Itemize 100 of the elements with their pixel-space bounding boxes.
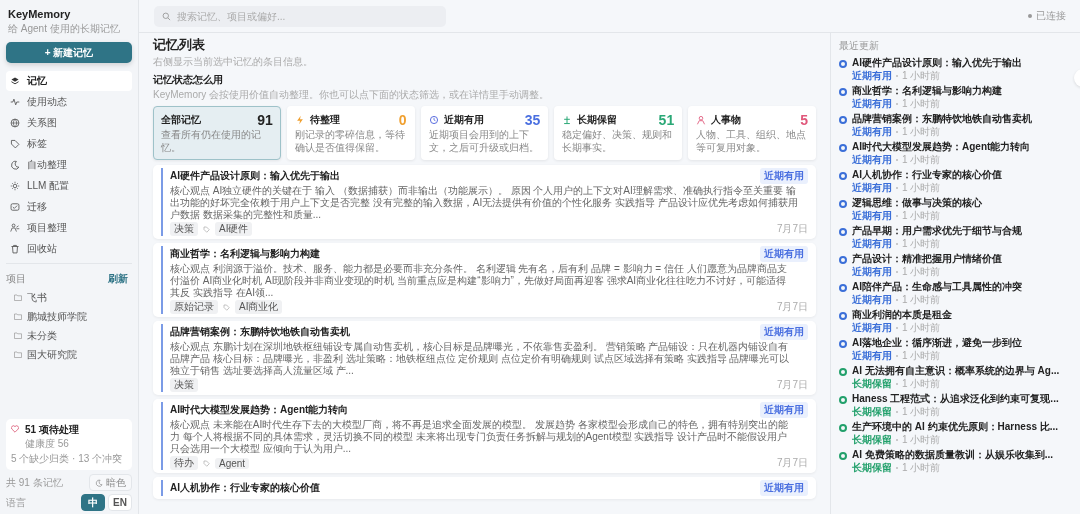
new-memory-button[interactable]: + 新建记忆	[6, 42, 132, 63]
person-icon	[10, 223, 20, 233]
health-detail: 5 个缺少归类 · 13 个冲突	[11, 452, 124, 466]
pending-count: 51 项待处理	[25, 423, 80, 437]
recent-item[interactable]: 逻辑思维：做事与决策的核心 近期有用 1 小时前	[839, 197, 1068, 222]
recent-item[interactable]: 商业利润的本质是租金 近期有用 1 小时前	[839, 309, 1068, 334]
theme-button[interactable]: 暗色	[89, 474, 132, 491]
recent-status: 长期保留	[852, 461, 892, 474]
recent-status: 近期有用	[852, 125, 892, 138]
type-tag: 原始记录	[170, 300, 218, 314]
status-badge: 近期有用	[760, 480, 808, 496]
memory-card[interactable]: AI人机协作：行业专家的核心价值 近期有用	[153, 477, 816, 499]
status-description: 查看所有仍在使用的记忆。	[161, 129, 262, 154]
status-description: 近期项目会用到的上下文，之后可升级或归档。	[428, 129, 540, 154]
tag-icon	[10, 139, 20, 149]
nav-item[interactable]: 项目整理	[6, 218, 132, 238]
memory-card[interactable]: 品牌营销案例：东鹏特饮地铁自动售卖机 近期有用 核心观点 东鹏计划在深圳地铁枢纽铺设专属自动售卖机，核心目标是品牌曝光，不依靠售卖盈利。 营销策略 产品铺设：只在机器内铺设自有品牌产品 核心目标：品牌曝光，非盈利 选址策略：地铁枢纽点位 定价规则 点位定价有明确规则 试点区域选择有策略 实践指导 品牌曝光可以独立于销售 选址要选择高人流量区域 产... 决策 7月7日	[153, 321, 816, 395]
recent-item[interactable]: 产品早期：用户需求优先于细节与合规 近期有用 1 小时前	[839, 225, 1068, 250]
recent-status: 近期有用	[852, 265, 892, 278]
project-label: 国大研究院	[27, 347, 77, 362]
nav-label: 关系图	[27, 116, 57, 130]
status-description: 刚记录的零碎信息，等待确认是否值得保留。	[294, 129, 406, 154]
memory-card[interactable]: 商业哲学：名利逻辑与影响力构建 近期有用 核心观点 利润源于溢价。技术、服务、能力都是必要而非充分条件。 名利逻辑 先有名，后有利 品牌 = 影响力 = 信任 人们愿意为品牌商品支付溢价 AI商业化时机 AI现阶段并非商业变现的时机 当前重点应是构建“影响力”，先做好局面再迎客 强求AI商业化往往吃力不讨好，可能适得其反 实践指导 在AI领... 原始记录 AI商业化 7月7日	[153, 243, 816, 317]
recent-time: 1 小时前	[902, 97, 941, 110]
recent-item[interactable]: 商业哲学：名利逻辑与影响力构建 近期有用 1 小时前	[839, 85, 1068, 110]
recent-time: 1 小时前	[902, 293, 941, 306]
recent-item[interactable]: AI人机协作：行业专家的核心价值 近期有用 1 小时前	[839, 169, 1068, 194]
recent-title: 逻辑思维：做事与决策的核心	[852, 197, 983, 210]
recent-time: 1 小时前	[902, 405, 941, 418]
search-field[interactable]: 搜索记忆、项目或偏好...	[154, 5, 446, 27]
language-button[interactable]: 中	[81, 494, 105, 511]
recent-status: 近期有用	[852, 237, 892, 250]
status-label: 长期保留	[577, 113, 619, 127]
nav-item[interactable]: 使用动态	[6, 92, 132, 112]
memory-date: 7月7日	[776, 456, 808, 470]
status-label: 人事物	[711, 113, 743, 127]
recent-status: 近期有用	[852, 97, 892, 110]
nav-item[interactable]: 关系图	[6, 113, 132, 133]
status-badge: 近期有用	[760, 168, 808, 184]
page-title: 记忆列表	[153, 36, 206, 54]
topic-tag: AI硬件	[215, 222, 253, 236]
recent-item[interactable]: AI 免费策略的数据质量教训：从娱乐收集到... 长期保留 1 小时前	[839, 449, 1068, 474]
recent-item[interactable]: 品牌营销案例：东鹏特饮地铁自动售卖机 近期有用 1 小时前	[839, 113, 1068, 138]
recent-title: AI 无法拥有自主意识：概率系统的边界与 Ag...	[852, 365, 1061, 378]
memory-card[interactable]: AI硬件产品设计原则：输入优先于输出 近期有用 核心观点 AI独立硬件的关键在于 输入 （数据捕获）而非输出（功能展示）。 原因 个人用户的上下文对AI理解需求、准确执行指令至关重要 输出功能的好坏完全依赖于用户上下文是否完整 没有完整的输入数据，AI无法提供有价值的个性化服务 实践指导 产品设计应优先考虑如何捕获用户数据 数据采集的完整性和质量... 决策 AI硬件 7月7日	[153, 165, 816, 239]
memory-title: AI时代大模型发展趋势：Agent能力转向	[170, 403, 349, 417]
status-count: 35	[524, 112, 541, 128]
recent-time: 1 小时前	[902, 153, 941, 166]
recent-status: 长期保留	[852, 433, 892, 446]
moon-icon	[10, 160, 20, 170]
type-tag: 待办	[170, 456, 198, 470]
recent-item[interactable]: Haness 工程范式：从追求泛化到约束可复现... 长期保留 1 小时前	[839, 393, 1068, 418]
recent-item[interactable]: AI陪伴产品：生命感与工具属性的冲突 近期有用 1 小时前	[839, 281, 1068, 306]
recent-title: 生产环境中的 AI 约束优先原则：Harness 比...	[852, 421, 1060, 434]
status-filter-card[interactable]: 人事物 5 人物、工具、组织、地点等可复用对象。	[688, 106, 816, 160]
project-item[interactable]: 未分类	[14, 326, 132, 345]
status-dot	[1028, 14, 1032, 18]
connection-status: 已连接	[1036, 9, 1066, 23]
recent-title: AI人机协作：行业专家的核心价值	[852, 169, 1003, 182]
refresh-link[interactable]: 刷新	[108, 272, 128, 286]
nav-item[interactable]: 迁移	[6, 197, 132, 217]
project-item[interactable]: 国大研究院	[14, 345, 132, 364]
recent-item[interactable]: AI 无法拥有自主意识：概率系统的边界与 Ag... 长期保留 1 小时前	[839, 365, 1068, 390]
nav-item[interactable]: 记忆	[6, 71, 132, 91]
nav-item[interactable]: 自动整理	[6, 155, 132, 175]
status-filter-card[interactable]: 近期有用 35 近期项目会用到的上下文，之后可升级或归档。	[420, 106, 549, 160]
pulse-icon	[10, 97, 20, 107]
sun-icon	[10, 181, 20, 191]
section-title: 记忆状态怎么用	[153, 73, 224, 87]
recent-item[interactable]: AI硬件产品设计原则：输入优先于输出 近期有用 1 小时前	[839, 57, 1068, 82]
status-label: 待整理	[309, 113, 341, 127]
person-icon	[696, 115, 707, 125]
app-name: KeyMemory	[8, 8, 71, 20]
memory-excerpt: 核心观点 AI独立硬件的关键在于 输入 （数据捕获）而非输出（功能展示）。 原因 个人用户的上下文对AI理解需求、准确执行指令至关重要 输出功能的好坏完全依赖于用户上下文是否完整 没有完整的输入数据，AI无法提供有价值的个性化服务 实践指导 产品设计应优先考虑如何捕获用户数据 数据采集的完整性和质量...	[170, 185, 799, 221]
status-filter-card[interactable]: 长期保留 51 稳定偏好、决策、规则和长期事实。	[554, 106, 683, 160]
memory-title: 商业哲学：名利逻辑与影响力构建	[170, 247, 320, 261]
memory-card[interactable]: AI时代大模型发展趋势：Agent能力转向 近期有用 核心观点 未来能在AI时代生存下去的大模型厂商，将不再是追求全面发展的模型。 发展趋势 各家模型会形成自己的特色，拥有特别突出的能力 每个人将根据不同的具体需求，灵活切换不同的模型 未来将出现专门负责任务拆解与规划的Agent模型 实践指导 设计产品时不能假设用户只会选用一个大模型 应倾向于认为用户... 待办 Agent 7月7日	[153, 399, 816, 473]
globe-icon	[10, 118, 20, 128]
language-button[interactable]: EN	[108, 494, 132, 511]
project-label: 鹏城技师学院	[27, 309, 87, 324]
folder-icon	[14, 294, 22, 301]
nav-label: 标签	[27, 137, 47, 151]
status-filter-card[interactable]: 待整理 0 刚记录的零碎信息，等待确认是否值得保留。	[286, 106, 415, 160]
health-card[interactable]: 51 项待处理 健康度 56 5 个缺少归类 · 13 个冲突	[6, 419, 132, 470]
recent-item[interactable]: AI落地企业：循序渐进，避免一步到位 近期有用 1 小时前	[839, 337, 1068, 362]
memory-title: 品牌营销案例：东鹏特饮地铁自动售卖机	[170, 325, 350, 339]
nav-label: 记忆	[27, 74, 47, 88]
status-filter-card[interactable]: 全部记忆 91 查看所有仍在使用的记忆。	[153, 106, 281, 160]
recent-item[interactable]: AI时代大模型发展趋势：Agent能力转向 近期有用 1 小时前	[839, 141, 1068, 166]
status-count: 0	[398, 112, 407, 128]
type-tag: 决策	[170, 222, 198, 236]
recent-status: 长期保留	[852, 405, 892, 418]
nav-item[interactable]: 回收站	[6, 239, 132, 259]
project-item[interactable]: 飞书	[14, 288, 132, 307]
recent-item[interactable]: 产品设计：精准把握用户情绪价值 近期有用 1 小时前	[839, 253, 1068, 278]
project-item[interactable]: 鹏城技师学院	[14, 307, 132, 326]
nav-item[interactable]: 标签	[6, 134, 132, 154]
recent-item[interactable]: 生产环境中的 AI 约束优先原则：Harness 比... 长期保留 1 小时前	[839, 421, 1068, 446]
nav-label: 使用动态	[27, 95, 67, 109]
nav-item[interactable]: LLM 配置	[6, 176, 132, 196]
